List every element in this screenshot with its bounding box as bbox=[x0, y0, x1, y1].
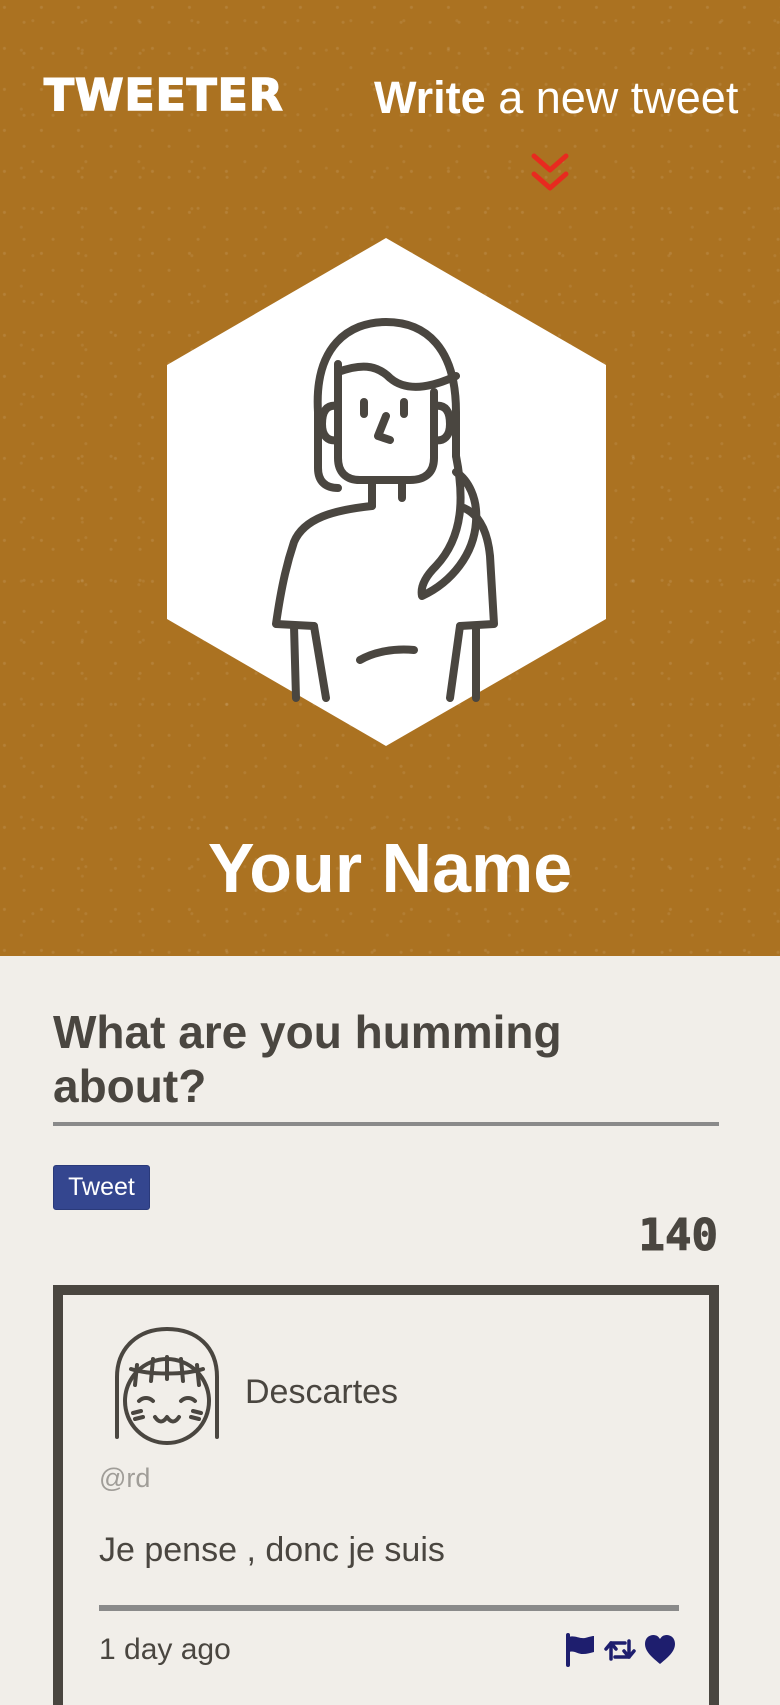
flag-icon[interactable] bbox=[563, 1633, 597, 1667]
compose-link-strong: Write bbox=[374, 72, 486, 123]
top-nav: TWEETER Write a new tweet bbox=[0, 0, 780, 210]
tweet-button[interactable]: Tweet bbox=[53, 1165, 150, 1210]
character-counter: 140 bbox=[638, 1210, 718, 1262]
profile-header: TWEETER Write a new tweet Your Name bbox=[0, 0, 780, 956]
tweet-timestamp: 1 day ago bbox=[99, 1633, 231, 1666]
smiling-face-avatar-icon bbox=[115, 1327, 219, 1445]
compose-link-light: a new tweet bbox=[485, 72, 739, 123]
tweet-author-name: Descartes bbox=[245, 1373, 399, 1411]
profile-name: Your Name bbox=[207, 829, 573, 907]
woman-avatar-icon bbox=[167, 238, 606, 746]
tweet-textarea[interactable] bbox=[53, 1070, 719, 1126]
retweet-icon[interactable] bbox=[603, 1633, 637, 1667]
tweet-divider bbox=[99, 1605, 679, 1611]
tweet-card: Descartes @rd Je pense , donc je suis 1 … bbox=[53, 1285, 719, 1705]
double-chevron-down-icon[interactable] bbox=[530, 150, 570, 196]
tweet-author-handle: @rd bbox=[99, 1463, 151, 1493]
app-logo[interactable]: TWEETER bbox=[43, 69, 284, 122]
tweet-text: Je pense , donc je suis bbox=[99, 1531, 445, 1569]
tweet-actions bbox=[563, 1633, 677, 1667]
write-new-tweet-link[interactable]: Write a new tweet bbox=[374, 72, 738, 124]
heart-icon[interactable] bbox=[643, 1633, 677, 1667]
